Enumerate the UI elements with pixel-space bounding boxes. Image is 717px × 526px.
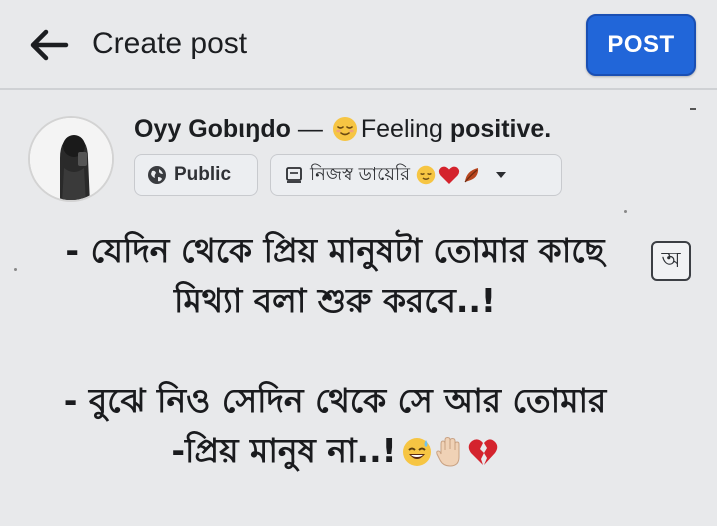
audience-selector[interactable]: Public (134, 154, 258, 196)
post-line-2: মিথ্যা বলা শুরু করবে..! (174, 281, 496, 320)
dash-mark (690, 108, 696, 110)
post-line-3: - বুঝে নিও সেদিন থেকে সে আর তোমার (63, 381, 607, 420)
page-title: Create post (92, 27, 248, 60)
album-selector[interactable]: নিজস্ব ডায়েরি (270, 154, 562, 196)
speck (14, 268, 17, 271)
top-bar: Create post POST (0, 0, 717, 90)
album-icon (286, 167, 302, 183)
post-body[interactable]: - যেদিন থেকে প্রিয় মানুষটা তোমার কাছে ম… (40, 226, 630, 476)
line-end-emojis (401, 436, 499, 468)
sweat-smile-icon (402, 438, 431, 466)
author-feeling-line: Oyy Gobιŋdo — Feeling positive. (134, 112, 551, 146)
feeling-value: positive. (449, 115, 552, 143)
audience-label: Public (174, 164, 232, 185)
broken-heart-icon (468, 439, 497, 465)
avatar[interactable] (28, 116, 114, 202)
create-post-screen: Create post POST Oyy Gobιŋdo — Feeling p… (0, 0, 717, 526)
post-line-4: -প্রিয় মানুষ না..! (171, 431, 397, 470)
author-name[interactable]: Oyy Gobιŋdo (134, 115, 291, 143)
post-line-4-wrap: -প্রিয় মানুষ না..! (40, 426, 630, 476)
separator: — (297, 115, 323, 143)
speck (624, 210, 627, 213)
relieved-face-icon (332, 117, 357, 141)
feeling-prefix: Feeling (360, 115, 443, 143)
caret-down-icon[interactable] (494, 170, 508, 180)
fallen-leaf-icon (464, 168, 479, 183)
avatar-photo (30, 118, 112, 200)
raised-hand-icon (435, 436, 460, 467)
album-label: নিজস্ব ডায়েরি (310, 163, 411, 185)
post-line-1: - যেদিন থেকে প্রিয় মানুষটা তোমার কাছে (65, 231, 605, 270)
red-heart-icon (438, 166, 460, 184)
post-button[interactable]: POST (586, 14, 696, 76)
arrow-left-icon[interactable] (26, 22, 72, 68)
relieved-face-icon (416, 165, 436, 185)
translate-icon[interactable]: অ (651, 241, 691, 281)
album-emojis (416, 165, 482, 185)
globe-icon (148, 166, 166, 184)
